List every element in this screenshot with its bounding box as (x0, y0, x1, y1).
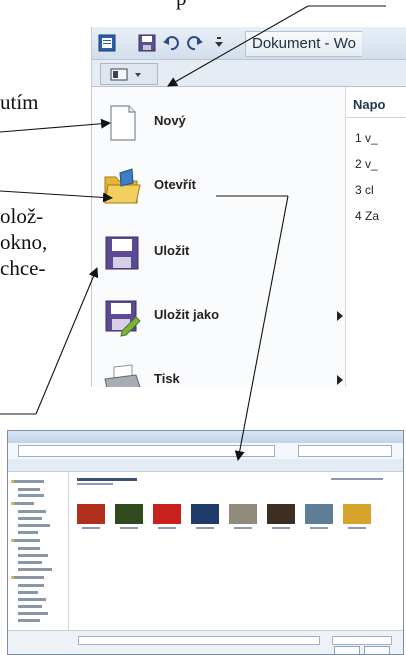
nav-item[interactable] (18, 531, 38, 534)
nav-item[interactable] (18, 494, 44, 497)
nav-item[interactable] (18, 591, 38, 594)
recent-header: Napo (353, 97, 386, 112)
ribbon-tab-row (92, 60, 406, 87)
thumbnail-caption (272, 527, 290, 529)
cancel-button[interactable] (364, 646, 390, 654)
side-text-line-4: chce- (0, 256, 46, 280)
thumbnail-caption (348, 527, 366, 529)
redo-icon[interactable] (186, 34, 204, 52)
nav-item[interactable] (14, 480, 44, 483)
image-thumbnail[interactable] (229, 504, 257, 524)
nav-item[interactable] (18, 554, 48, 557)
nav-item[interactable] (18, 598, 46, 601)
file-tab-button[interactable] (100, 63, 158, 85)
title-bar: Dokument - Wo (92, 27, 406, 60)
image-thumbnail[interactable] (343, 504, 371, 524)
menu-item-save-as[interactable]: Uložit jako (92, 289, 345, 345)
navigation-pane[interactable] (8, 472, 69, 630)
nav-item[interactable] (18, 524, 50, 527)
thumbnail-caption (234, 527, 252, 529)
menu-item-print[interactable]: Tisk (92, 353, 345, 387)
nav-item[interactable] (14, 576, 44, 579)
search-box[interactable] (298, 445, 392, 457)
side-text-line-2: olož- (0, 204, 44, 228)
nav-item[interactable] (18, 510, 46, 513)
file-name-input[interactable] (78, 636, 320, 645)
file-type-select[interactable] (332, 636, 392, 645)
word-window: Dokument - Wo Nový Otevřít Uložit Uložit… (91, 27, 406, 387)
nav-item[interactable] (18, 547, 40, 550)
submenu-arrow-icon (337, 375, 343, 385)
file-menu-icon (110, 68, 141, 81)
image-thumbnail[interactable] (77, 504, 105, 524)
save-as-icon (105, 300, 141, 337)
side-text-line-1: utím (0, 90, 39, 114)
image-thumbnail[interactable] (305, 504, 333, 524)
nav-item[interactable] (18, 517, 42, 520)
printer-icon (104, 364, 141, 387)
open-file-dialog (7, 430, 404, 655)
nav-item[interactable] (18, 605, 42, 608)
menu-item-new[interactable]: Nový (92, 95, 345, 151)
recent-file-3[interactable]: 3 cl (355, 183, 374, 197)
new-document-icon (110, 105, 136, 141)
dialog-footer (8, 630, 403, 654)
arrange-by[interactable] (331, 478, 383, 480)
menu-item-save-as-label: Uložit jako (154, 307, 220, 322)
image-thumbnail[interactable] (153, 504, 181, 524)
menu-item-open-label: Otevřít (154, 177, 196, 192)
thumbnail-caption (82, 527, 100, 529)
image-thumbnail[interactable] (267, 504, 295, 524)
library-subheading (77, 483, 113, 485)
address-bar[interactable] (18, 445, 275, 457)
nav-item[interactable] (18, 561, 42, 564)
menu-item-open[interactable]: Otevřít (92, 159, 345, 215)
top-text-fragment: p (176, 0, 187, 11)
customize-quick-access-icon[interactable] (210, 34, 228, 52)
nav-item[interactable] (18, 488, 40, 491)
image-thumbnail[interactable] (191, 504, 219, 524)
library-heading (77, 478, 137, 481)
save-icon (105, 236, 139, 270)
nav-item[interactable] (18, 612, 48, 615)
open-button[interactable] (334, 646, 360, 654)
recent-file-2[interactable]: 2 v_ (355, 157, 378, 171)
nav-item[interactable] (18, 568, 52, 571)
open-folder-icon (104, 168, 141, 204)
nav-item[interactable] (18, 619, 40, 622)
file-view (69, 472, 403, 630)
submenu-arrow-icon (337, 311, 343, 321)
save-icon[interactable] (138, 34, 156, 52)
nav-item[interactable] (14, 502, 34, 505)
dialog-title-bar (8, 431, 403, 443)
undo-icon[interactable] (162, 34, 180, 52)
menu-item-save-label: Uložit (154, 243, 190, 258)
recent-file-1[interactable]: 1 v_ (355, 131, 378, 145)
recent-divider (347, 117, 406, 118)
menu-item-save[interactable]: Uložit (92, 225, 345, 281)
side-text-line-3: okno, (0, 230, 48, 254)
menu-item-print-label: Tisk (154, 371, 180, 386)
thumbnail-caption (310, 527, 328, 529)
menu-item-new-label: Nový (154, 113, 186, 128)
backstage-menu: Nový Otevřít Uložit Uložit jako Tisk (92, 87, 346, 387)
thumbnail-caption (120, 527, 138, 529)
word-app-icon[interactable] (98, 34, 116, 52)
recent-file-4[interactable]: 4 Za (355, 209, 379, 223)
document-title: Dokument - Wo (245, 31, 362, 57)
thumbnail-caption (196, 527, 214, 529)
image-thumbnail[interactable] (115, 504, 143, 524)
nav-item[interactable] (14, 539, 40, 542)
nav-item[interactable] (18, 584, 44, 587)
dialog-toolbar (8, 459, 403, 472)
arrow-to-save (35, 267, 99, 415)
thumbnail-caption (158, 527, 176, 529)
recent-documents-pane: Napo 1 v_ 2 v_ 3 cl 4 Za (347, 87, 406, 387)
